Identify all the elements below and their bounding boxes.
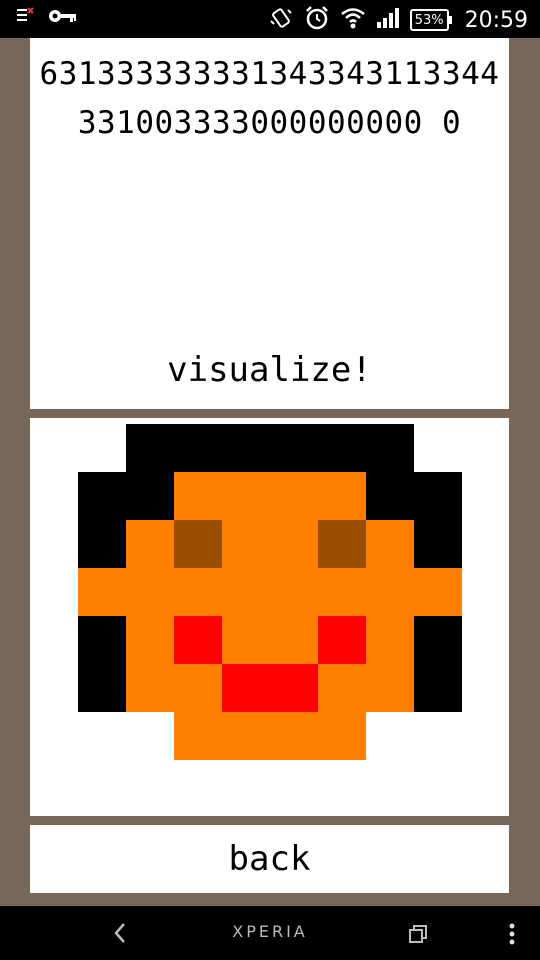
- pixel-cell: [222, 520, 270, 568]
- pixel-cell: [366, 520, 414, 568]
- pixel-cell: [78, 520, 126, 568]
- pixel-cell: [126, 520, 174, 568]
- pixel-cell: [126, 712, 174, 760]
- battery-icon: 53%: [409, 9, 452, 31]
- pixel-cell: [174, 712, 222, 760]
- pixel-cell: [126, 472, 174, 520]
- pixel-cell: [78, 664, 126, 712]
- pixel-cell: [414, 424, 462, 472]
- pixel-cell: [174, 472, 222, 520]
- pixel-cell: [222, 712, 270, 760]
- pixel-cell: [126, 568, 174, 616]
- pixel-cell: [366, 424, 414, 472]
- wifi-icon: [340, 6, 366, 34]
- back-button[interactable]: back: [30, 825, 509, 893]
- alarm-icon: [304, 5, 330, 35]
- pixel-cell: [78, 568, 126, 616]
- code-panel: 6313333333313433431133443310033330000000…: [30, 38, 509, 409]
- navigation-bar: XPERIA: [0, 906, 540, 960]
- visualize-button[interactable]: visualize!: [30, 345, 509, 395]
- pixel-cell: [78, 616, 126, 664]
- pixel-cell: [126, 424, 174, 472]
- pixel-cell: [222, 424, 270, 472]
- pixel-cell: [270, 472, 318, 520]
- pixel-cell: [414, 472, 462, 520]
- pixel-cell: [222, 664, 270, 712]
- pixel-art-panel: [30, 418, 509, 816]
- recent-apps-icon[interactable]: [406, 922, 430, 946]
- pixel-cell: [414, 568, 462, 616]
- pixel-cell: [366, 568, 414, 616]
- brand-logo: XPERIA: [232, 922, 308, 941]
- key-icon: [48, 8, 78, 28]
- pixel-cell: [78, 472, 126, 520]
- pixel-cell: [78, 712, 126, 760]
- pixel-cell: [222, 616, 270, 664]
- pixel-cell: [366, 712, 414, 760]
- code-display: 6313333333313433431133443310033330000000…: [39, 56, 500, 141]
- pixel-cell: [270, 520, 318, 568]
- pixel-cell: [414, 520, 462, 568]
- pixel-cell: [414, 712, 462, 760]
- clock: 20:59: [464, 7, 528, 33]
- pixel-art: [78, 424, 462, 760]
- pixel-cell: [270, 424, 318, 472]
- pixel-cell: [366, 664, 414, 712]
- pixel-cell: [126, 664, 174, 712]
- pixel-cell: [318, 472, 366, 520]
- pixel-cell: [414, 664, 462, 712]
- pixel-cell: [222, 472, 270, 520]
- pixel-cell: [222, 568, 270, 616]
- pixel-cell: [318, 616, 366, 664]
- pixel-cell: [174, 568, 222, 616]
- pixel-cell: [318, 568, 366, 616]
- pixel-cell: [270, 712, 318, 760]
- pixel-cell: [270, 616, 318, 664]
- back-panel: back: [30, 825, 509, 893]
- pixel-cell: [78, 424, 126, 472]
- menu-icon[interactable]: [500, 922, 524, 946]
- battery-level: 53%: [414, 12, 444, 28]
- signal-icon: [376, 7, 400, 33]
- pixel-cell: [174, 520, 222, 568]
- vibrate-icon: [268, 5, 294, 35]
- pixel-cell: [270, 568, 318, 616]
- pixel-cell: [366, 616, 414, 664]
- pixel-cell: [270, 664, 318, 712]
- pixel-cell: [126, 616, 174, 664]
- pixel-cell: [318, 520, 366, 568]
- pixel-cell: [174, 424, 222, 472]
- pixel-cell: [174, 664, 222, 712]
- pixel-cell: [318, 664, 366, 712]
- notification-icon: [16, 7, 34, 29]
- pixel-cell: [174, 616, 222, 664]
- pixel-cell: [366, 472, 414, 520]
- pixel-cell: [414, 616, 462, 664]
- pixel-cell: [318, 424, 366, 472]
- pixel-cell: [318, 712, 366, 760]
- status-bar: 53% 20:59: [0, 0, 540, 38]
